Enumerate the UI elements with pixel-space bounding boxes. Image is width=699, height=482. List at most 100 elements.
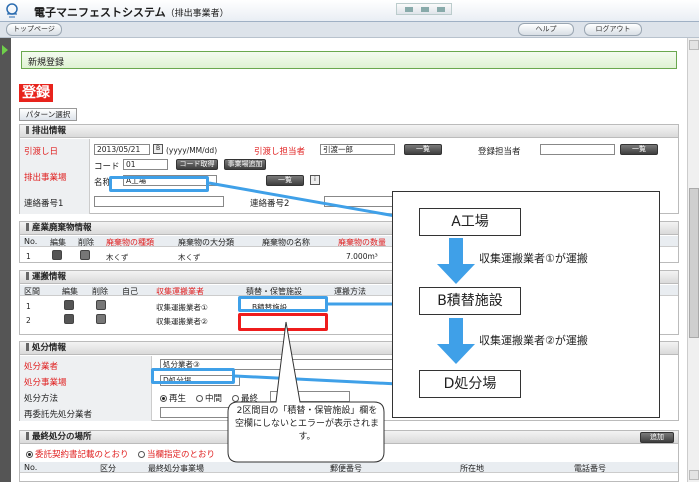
col-carrier: 収集運搬業者 [156,287,204,296]
delivery-person-input[interactable]: 引渡一郎 [320,144,395,155]
register-heading: 登録 [19,84,53,102]
waste-section-title: 産業廃棄物情報 [32,223,92,233]
final-option-specified[interactable]: 当欄指定のとおり [138,448,215,460]
site-add-button[interactable]: 事業場追加 [224,159,266,170]
col-address: 所在地 [460,464,484,473]
edit-icon[interactable] [52,250,62,260]
delivery-person-list-button[interactable]: 一覧 [404,144,442,155]
col-waste-major: 廃棄物の大分類 [178,238,234,247]
col-delete: 削除 [92,287,108,296]
final-option-contract[interactable]: 委託契約書記載のとおり [26,448,129,460]
info-icon[interactable]: i [310,175,320,185]
delivery-date-input[interactable]: 2013/05/21 [94,144,150,155]
flow-annotation-panel: A工場 収集運搬業者①が運搬 B積替施設 収集運搬業者②が運搬 D処分場 [392,191,660,418]
col-category: 区分 [100,464,116,473]
delivery-person-label: 引渡し担当者 [254,147,306,157]
maximize-icon[interactable] [421,7,429,12]
col-final-site: 最終処分事業場 [148,464,204,473]
reconsign-label: 再委託先処分業者 [24,410,93,420]
edit-icon[interactable] [64,314,74,324]
discharge-section-header: 排出情報 [20,125,678,138]
left-sidebar-toggle[interactable] [0,38,11,482]
registrant-list-button[interactable]: 一覧 [620,144,658,155]
radio-icon[interactable] [138,451,145,458]
transport-row2-carrier: 収集運搬業者② [156,317,208,326]
method-option-recycle[interactable]: 再生 [160,392,186,404]
waste-row-qty: 7.000m³ [346,252,378,261]
scroll-down-icon[interactable] [689,470,699,480]
reconsign-input[interactable] [160,407,240,418]
final-add-button[interactable]: 追加 [640,432,674,443]
trash-icon[interactable] [96,300,106,310]
col-section: 区間 [24,287,40,296]
waste-row-major: 木くず [178,253,201,262]
flow-step-d: D処分場 [419,370,521,398]
code-input[interactable]: 01 [123,159,168,170]
expand-arrow-icon[interactable] [2,45,8,55]
col-delete: 削除 [78,238,94,247]
highlight-facility-row1 [238,296,328,312]
code-label: コード [94,162,120,172]
radio-icon[interactable] [26,451,33,458]
col-self: 自己 [122,287,138,296]
close-icon[interactable] [437,7,445,12]
down-arrow-icon [437,238,475,284]
trash-icon[interactable] [80,250,90,260]
highlight-disposal-site [151,368,235,384]
col-phone: 電話番号 [574,464,606,473]
scrollbar[interactable] [687,38,699,482]
contact1-input[interactable] [94,196,224,207]
code-fetch-button[interactable]: コード取得 [176,159,218,170]
discharge-section-title: 排出情報 [32,126,67,136]
page-title: 新規登録 [28,58,65,68]
system-logo-icon [6,3,18,18]
registrant-input[interactable] [540,144,615,155]
pattern-select-button[interactable]: パターン選択 [19,108,77,121]
nav-bar: トップページ ヘルプ ログアウト [0,22,699,38]
logout-button[interactable]: ログアウト [584,23,642,36]
waste-row-kind: 木くず [106,253,129,262]
disposal-company-label: 処分業者 [24,362,59,372]
delivery-date-label: 引渡し日 [24,147,59,157]
app-title-main: 電子マニフェストシステム [34,6,166,19]
col-edit: 編集 [50,238,66,247]
contact1-label: 連絡番号1 [24,199,64,209]
date-format-hint: (yyyy/MM/dd) [166,146,218,155]
window-controls[interactable] [396,3,452,15]
contact2-label: 連絡番号2 [250,199,290,209]
transport-row1-no: 1 [26,302,31,311]
final-option-contract-label: 委託契約書記載のとおり [35,450,129,460]
app-title-sub: （排出事業者） [165,9,229,19]
error-callout-text: 2区間目の「積替・保管施設」欄を空欄にしないとエラーが表示されます。 [234,406,379,442]
col-postal: 郵便番号 [330,464,362,473]
help-button[interactable]: ヘルプ [518,23,574,36]
disposal-method-select[interactable] [270,391,350,402]
col-waste-name: 廃棄物の名称 [262,238,310,247]
method-option-final-label: 最終 [241,394,259,404]
edit-icon[interactable] [64,300,74,310]
registrant-label: 登録担当者 [478,147,521,157]
final-option-specified-label: 当欄指定のとおり [147,450,216,460]
method-option-intermediate-label: 中間 [205,394,223,404]
scroll-up-icon[interactable] [689,40,699,50]
trash-icon[interactable] [96,314,106,324]
transport-section-title: 運搬情報 [32,272,67,282]
method-option-intermediate[interactable]: 中間 [196,392,222,404]
flow-step-b: B積替施設 [419,287,521,315]
col-waste-kind: 廃棄物の種類 [106,238,154,247]
top-page-button[interactable]: トップページ [6,23,62,36]
highlight-facility-row2-error [238,313,328,331]
waste-row-no: 1 [26,252,31,261]
radio-icon[interactable] [232,395,239,402]
calendar-icon[interactable]: B [153,144,163,154]
app-title: 電子マニフェストシステム（排出事業者） [34,4,229,20]
minimize-icon[interactable] [405,7,413,12]
site-name-list-button[interactable]: 一覧 [266,175,304,186]
radio-icon[interactable] [160,395,167,402]
scroll-thumb[interactable] [689,188,699,338]
flow-arrow1-label: 収集運搬業者①が運搬 [479,252,588,265]
method-option-final[interactable]: 最終 [232,392,258,404]
disposal-site-label: 処分事業場 [24,378,67,388]
col-no: No. [24,463,38,472]
radio-icon[interactable] [196,395,203,402]
